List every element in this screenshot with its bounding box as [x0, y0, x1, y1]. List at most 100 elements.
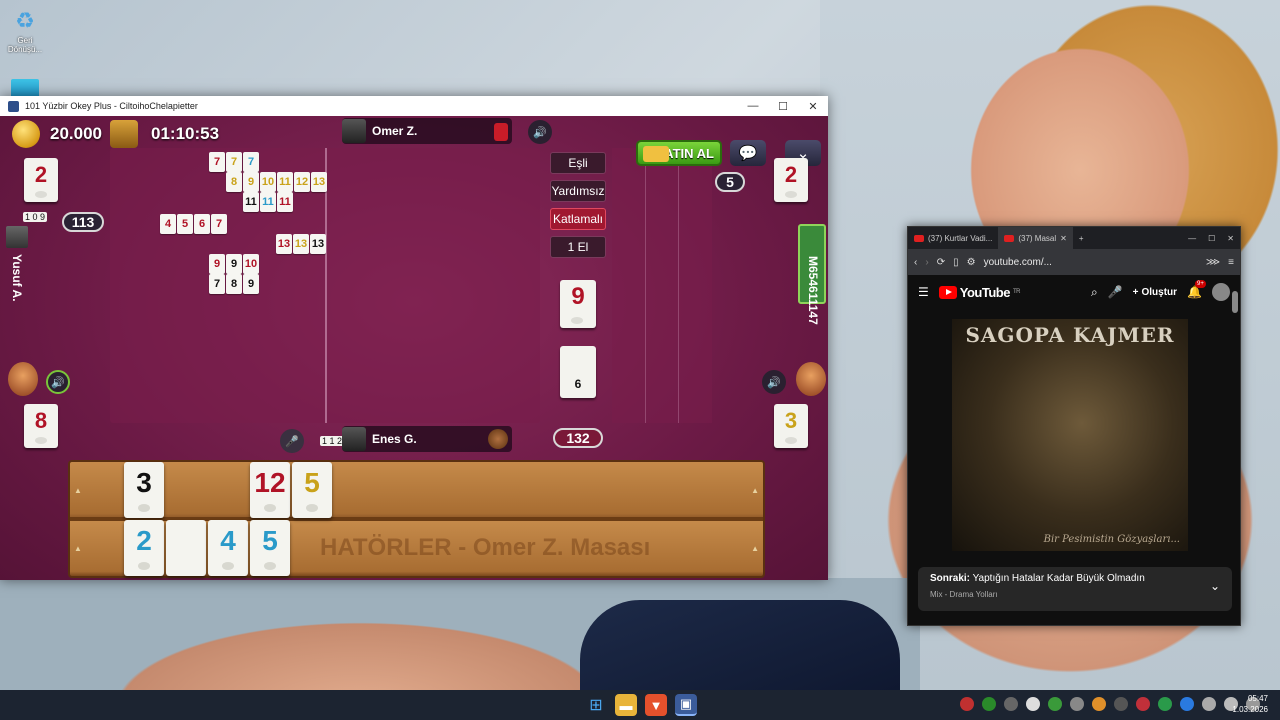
account-avatar[interactable] — [1212, 283, 1230, 301]
extensions-icon[interactable]: ⋙ — [1206, 257, 1220, 268]
brave-browser-icon[interactable]: ▼ — [645, 694, 667, 716]
taskbar-apps: ⊞ ▬ ▼ ▣ — [585, 694, 697, 716]
tray-icon-3[interactable] — [1004, 697, 1018, 711]
tray-icon-4[interactable] — [1026, 697, 1040, 711]
meld-tile: 11 — [277, 192, 293, 212]
top-player-name: Omer Z. — [372, 124, 418, 138]
sound-icon[interactable]: 🔊 — [528, 120, 552, 144]
rack-tile[interactable]: 4 — [208, 520, 248, 576]
cannon-icon — [488, 429, 508, 449]
rack-tile[interactable]: 12 — [250, 462, 290, 518]
tray-icon-6[interactable] — [1070, 697, 1084, 711]
desktop-recycle-bin[interactable]: ♻ Geri Dönüşü... — [0, 6, 50, 54]
browser-maximize-button[interactable]: ☐ — [1202, 227, 1221, 249]
tab-masal[interactable]: (37) Masal ✕ — [998, 227, 1073, 249]
forward-icon[interactable]: › — [925, 257, 928, 268]
rack-joker-tile[interactable] — [166, 520, 206, 576]
left-indicator-tiles: 1 0 9 — [23, 212, 48, 222]
tab-close-icon[interactable]: ✕ — [1060, 234, 1067, 243]
notifications-button[interactable]: 🔔 9+ — [1187, 280, 1206, 299]
microphone-icon[interactable]: 🎤 — [1108, 285, 1123, 299]
hamburger-menu-icon[interactable]: ☰ — [918, 285, 929, 299]
option-katlamali: Katlamalı — [550, 208, 606, 230]
close-button[interactable]: ✕ — [798, 100, 828, 113]
rack-tile[interactable]: 2 — [124, 520, 164, 576]
rack-tile[interactable]: 3 — [124, 462, 164, 518]
recycle-bin-icon: ♻ — [15, 8, 35, 33]
rack-scroll-left-bottom[interactable]: ▲ — [74, 544, 82, 553]
tray-icon-11[interactable] — [1180, 697, 1194, 711]
video-album-title: SAGOPA KAJMER — [965, 323, 1175, 347]
meld-tile: 6 — [194, 214, 210, 234]
rack-scroll-right-bottom[interactable]: ▲ — [751, 544, 759, 553]
tray-icon-2[interactable] — [982, 697, 996, 711]
tray-icon-8[interactable] — [1114, 697, 1128, 711]
page-scrollbar[interactable] — [1232, 291, 1238, 313]
youtube-play-icon — [938, 285, 957, 299]
browser-menu-icon[interactable]: ≡ — [1228, 257, 1234, 268]
bottom-indicator-tiles: 1 1 2 — [320, 436, 345, 446]
meld-tile: 7 — [243, 152, 259, 172]
left-sound-icon[interactable]: 🔊 — [46, 370, 70, 394]
buy-button[interactable]: SATIN AL — [636, 140, 722, 166]
meld-tile: 9 — [226, 254, 242, 274]
youtube-logo[interactable]: YouTube TR — [938, 285, 1020, 300]
left-mascot-avatar — [8, 362, 38, 396]
rack-tile[interactable]: 5 — [292, 462, 332, 518]
rack-watermark: HATÖRLER - Omer Z. Masası — [320, 534, 651, 561]
rack-tile[interactable]: 5 — [250, 520, 290, 576]
meld-tile: 11 — [277, 172, 293, 192]
chest-icon — [110, 120, 138, 148]
meld-tile: 8 — [226, 172, 242, 192]
right-mascot-avatar — [796, 362, 826, 396]
rack-scroll-left-top[interactable]: ▲ — [74, 486, 82, 495]
draw-pile[interactable]: 6 — [560, 346, 596, 398]
network-icon[interactable] — [1202, 697, 1216, 711]
start-icon[interactable]: ⊞ — [585, 694, 607, 716]
taskbar: ⊞ ▬ ▼ ▣ 05:47 1.03.2026 — [0, 690, 1280, 720]
chevron-down-icon[interactable]: ⌄ — [1210, 579, 1220, 593]
tab-kurtlar-vadisi[interactable]: (37) Kurtlar Vadi... — [908, 227, 998, 249]
rack-scroll-right-top[interactable]: ▲ — [751, 486, 759, 495]
tray-icon-7[interactable] — [1092, 697, 1106, 711]
reload-icon[interactable]: ⟳ — [937, 257, 945, 268]
option-1-el: 1 El — [550, 236, 606, 258]
search-icon[interactable]: ⌕ — [1091, 285, 1098, 300]
new-tab-button[interactable]: + — [1073, 227, 1090, 249]
tray-icon-10[interactable] — [1158, 697, 1172, 711]
tray-icon-1[interactable] — [960, 697, 974, 711]
taskbar-clock[interactable]: 05:47 1.03.2026 — [1232, 693, 1268, 715]
minimize-button[interactable]: — — [738, 100, 768, 112]
browser-close-button[interactable]: ✕ — [1221, 227, 1240, 249]
meld-tile: 13 — [311, 172, 327, 192]
okey-game-icon[interactable]: ▣ — [675, 694, 697, 716]
timer-cylinder-icon — [494, 123, 508, 141]
file-explorer-icon[interactable]: ▬ — [615, 694, 637, 716]
browser-window: (37) Kurtlar Vadi... (37) Masal ✕ + — ☐ ✕… — [907, 226, 1241, 626]
top-player-avatar — [342, 119, 366, 143]
right-sound-icon[interactable]: 🔊 — [762, 370, 786, 394]
mute-mic-icon[interactable]: 🎤 — [280, 429, 304, 453]
maximize-button[interactable]: ☐ — [768, 100, 798, 113]
bottom-player-plate[interactable]: Enes G. — [342, 426, 512, 452]
left-player-avatar[interactable] — [6, 226, 28, 248]
chat-button[interactable]: 💬 — [730, 140, 766, 166]
create-button[interactable]: + Oluştur — [1133, 287, 1177, 298]
tray-icon-5[interactable] — [1048, 697, 1062, 711]
option-yardimsiz: Yardımsız — [550, 180, 606, 202]
site-info-icon[interactable]: ⚙ — [967, 257, 976, 268]
left-discard-tile[interactable]: 8 — [24, 404, 58, 448]
right-discard-tile[interactable]: 3 — [774, 404, 808, 448]
tray-icon-9[interactable] — [1136, 697, 1150, 711]
back-icon[interactable]: ‹ — [914, 257, 917, 268]
top-player-plate[interactable]: Omer Z. — [342, 118, 512, 144]
meld-tile: 4 — [160, 214, 176, 234]
meld-tile: 7 — [226, 152, 242, 172]
up-next-card[interactable]: Sonraki: Yaptığın Hatalar Kadar Büyük Ol… — [918, 567, 1232, 611]
meld-tile: 9 — [243, 274, 259, 294]
meld-tile: 10 — [260, 172, 276, 192]
bookmark-icon[interactable]: ▯ — [953, 257, 959, 268]
address-input[interactable]: youtube.com/... — [984, 257, 1052, 268]
video-player[interactable]: SAGOPA KAJMER Bir Pesimistin Gözyaşları.… — [952, 319, 1188, 551]
browser-minimize-button[interactable]: — — [1182, 227, 1202, 249]
